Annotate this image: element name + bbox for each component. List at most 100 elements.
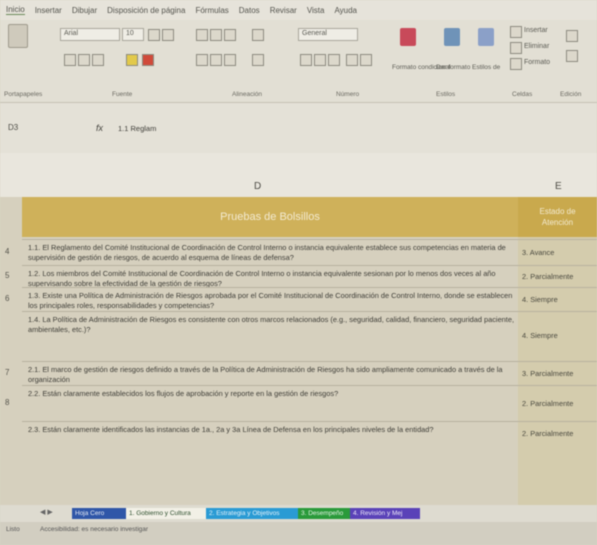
group-clipboard: Portapapeles — [4, 91, 43, 98]
header-status-line2: Atención — [541, 218, 574, 227]
font-size-select[interactable]: 10 — [122, 28, 144, 41]
group-styles: Estilos — [436, 91, 456, 98]
comma-style-icon[interactable] — [328, 54, 340, 66]
conditional-format-icon[interactable] — [400, 28, 416, 46]
question-row[interactable]: 1.1. El Reglamento del Comité Institucio… — [22, 239, 597, 266]
header-title-text: Pruebas de Bolsillos — [220, 211, 320, 223]
fill-color-icon[interactable] — [126, 54, 138, 66]
align-bottom-icon[interactable] — [224, 29, 236, 41]
question-text: 1.2. Los miembros del Comité Institucion… — [28, 269, 496, 288]
number-format-select[interactable]: General — [298, 28, 358, 41]
row-number[interactable]: 5 — [5, 271, 9, 280]
column-header-d[interactable]: D — [254, 181, 261, 192]
sheet-nav-arrows-icon[interactable]: ◀ ▶ — [40, 508, 53, 516]
question-text: 1.4. La Política de Administración de Ri… — [28, 315, 515, 334]
menu-item[interactable]: Ayuda — [334, 6, 357, 15]
menu-item[interactable]: Insertar — [35, 6, 62, 15]
align-middle-icon[interactable] — [210, 29, 222, 41]
header-cell-title[interactable]: Pruebas de Bolsillos — [22, 197, 518, 237]
cell-styles-label[interactable]: Estilos de celda — [472, 64, 502, 71]
row-number[interactable]: 8 — [5, 398, 9, 407]
merge-center-icon[interactable] — [252, 54, 264, 66]
group-editing: Edición — [560, 91, 582, 98]
grow-font-icon[interactable] — [148, 29, 160, 41]
increase-decimal-icon[interactable] — [346, 54, 358, 66]
menu-bar: Inicio Insertar Dibujar Disposición de pági… — [0, 0, 597, 20]
cell-styles-icon[interactable] — [478, 28, 494, 46]
status-cell[interactable]: 4. Siempre — [522, 295, 596, 304]
paste-icon[interactable] — [8, 24, 28, 48]
accessibility-status[interactable]: Accesibilidad: es necesario investigar — [40, 526, 148, 533]
number-format-value: General — [302, 30, 327, 37]
align-left-icon[interactable] — [196, 54, 208, 66]
format-table-icon[interactable] — [444, 28, 460, 46]
underline-icon[interactable] — [92, 54, 104, 66]
currency-icon[interactable] — [300, 54, 312, 66]
format-cells-icon[interactable] — [510, 58, 522, 70]
font-color-icon[interactable] — [142, 54, 154, 66]
question-text: 2.1. El marco de gestión de riesgos defi… — [28, 365, 503, 384]
menu-item[interactable]: Dibujar — [72, 6, 97, 15]
column-header-e[interactable]: E — [555, 181, 562, 192]
formula-input[interactable]: 1.1 Reglam — [118, 124, 156, 133]
question-row[interactable]: 1.4. La Política de Administración de Ri… — [22, 311, 597, 360]
percent-icon[interactable] — [314, 54, 326, 66]
menu-item[interactable]: Disposición de página — [107, 6, 185, 15]
bold-icon[interactable] — [64, 54, 76, 66]
insert-cells-icon[interactable] — [510, 26, 522, 38]
group-number: Número — [336, 91, 360, 98]
align-center-icon[interactable] — [210, 54, 222, 66]
row-number[interactable]: 6 — [5, 294, 9, 303]
sheet-tab-bar: ◀ ▶ Hoja Cero 1. Gobierno y Cultura 2. Est… — [0, 505, 597, 522]
sheet-tab[interactable]: 4. Revisión y Mej — [350, 508, 420, 519]
sheet-tab[interactable]: 2. Estrategia y Objetivos — [206, 508, 300, 519]
shrink-font-icon[interactable] — [162, 29, 174, 41]
row-number[interactable]: 4 — [5, 247, 9, 256]
align-top-icon[interactable] — [196, 29, 208, 41]
status-cell[interactable]: 3. Avance — [522, 248, 596, 257]
row-number[interactable]: 7 — [5, 368, 9, 377]
status-cell[interactable]: 2. Parcialmente — [522, 272, 596, 281]
group-cells: Celdas — [512, 91, 533, 98]
format-cells-label[interactable]: Formato — [524, 59, 550, 66]
status-cell[interactable]: 3. Parcialmente — [522, 369, 596, 378]
font-name-select[interactable]: Arial — [60, 28, 120, 41]
ribbon-group-labels: Portapapeles Fuente Alineación Número Es… — [0, 90, 597, 102]
sort-filter-icon[interactable] — [566, 50, 578, 62]
delete-cells-label[interactable]: Eliminar — [524, 43, 549, 50]
decrease-decimal-icon[interactable] — [360, 54, 372, 66]
question-row[interactable]: 2.1. El marco de gestión de riesgos defi… — [22, 361, 597, 386]
delete-cells-icon[interactable] — [510, 42, 522, 54]
question-row[interactable]: 2.3. Están claramente identificados las … — [22, 421, 597, 446]
menu-item[interactable]: Inicio — [6, 5, 25, 15]
header-cell-status[interactable]: Estado de Atención — [518, 197, 597, 237]
question-row[interactable]: 1.2. Los miembros del Comité Institucion… — [22, 265, 597, 288]
group-alignment: Alineación — [232, 91, 262, 98]
menu-item[interactable]: Revisar — [270, 6, 297, 15]
status-cell[interactable]: 4. Siempre — [522, 331, 596, 340]
worksheet-grid[interactable]: D E Pruebas de Bolsillos Estado de Atenc… — [0, 153, 597, 510]
question-row[interactable]: 1.3. Existe una Política de Administraci… — [22, 287, 597, 312]
sheet-tab[interactable]: Hoja Cero — [72, 508, 128, 519]
question-text: 1.3. Existe una Política de Administraci… — [28, 291, 513, 310]
menu-item[interactable]: Datos — [239, 6, 260, 15]
sheet-tab[interactable]: 1. Gobierno y Cultura — [126, 508, 208, 519]
name-box[interactable]: D3 — [8, 123, 18, 132]
wrap-text-icon[interactable] — [252, 29, 264, 41]
status-cell[interactable]: 2. Parcialmente — [522, 429, 596, 438]
status-cell[interactable]: 2. Parcialmente — [522, 399, 596, 408]
menu-item[interactable]: Fórmulas — [195, 6, 228, 15]
autosum-icon[interactable] — [566, 30, 578, 42]
insert-cells-label[interactable]: Insertar — [524, 27, 548, 34]
italic-icon[interactable] — [78, 54, 90, 66]
header-status-line1: Estado de — [539, 207, 576, 216]
sheet-tab[interactable]: 3. Desempeño — [298, 508, 352, 519]
formula-bar: D3 fx 1.1 Reglam — [0, 103, 597, 153]
question-row[interactable]: 2.2. Están claramente establecidos los f… — [22, 385, 597, 422]
align-right-icon[interactable] — [224, 54, 236, 66]
format-table-label[interactable]: Dar formato como tabla — [436, 64, 470, 71]
fx-icon[interactable]: fx — [96, 123, 103, 133]
menu-item[interactable]: Vista — [307, 6, 325, 15]
font-name-value: Arial — [64, 30, 79, 37]
ribbon: Arial 10 General Formato condicional Dar… — [0, 20, 597, 103]
